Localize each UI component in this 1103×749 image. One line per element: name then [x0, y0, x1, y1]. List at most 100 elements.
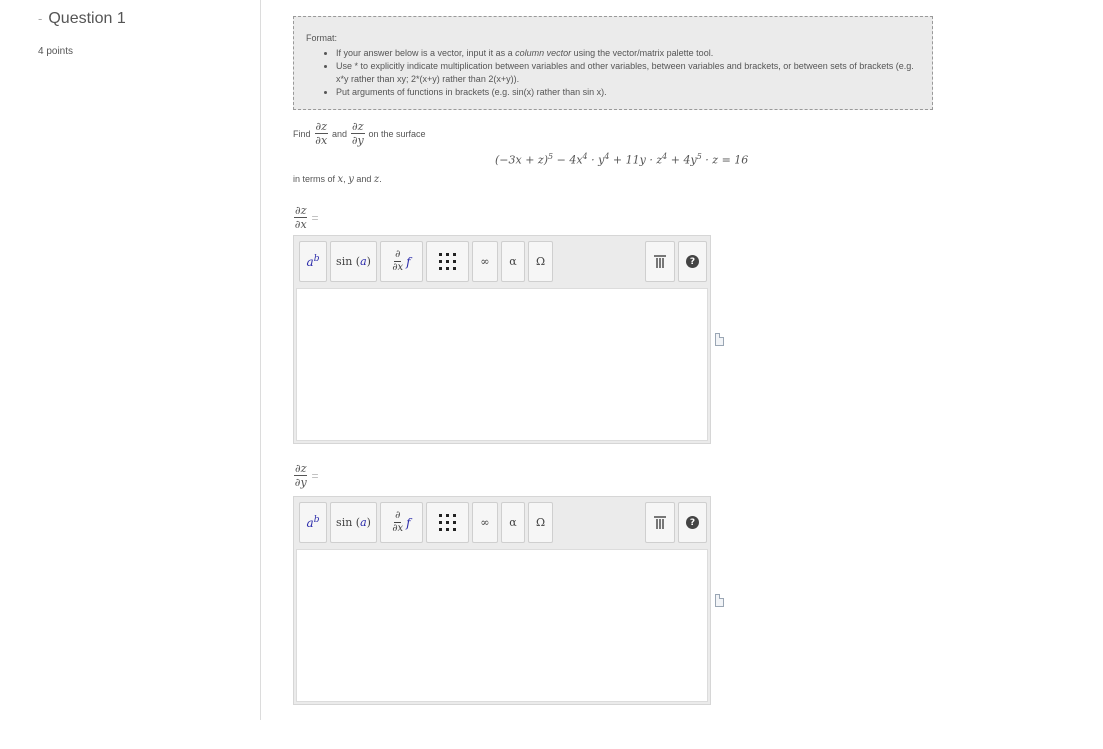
- fraction-numerator: ∂z: [314, 120, 328, 134]
- clear-button[interactable]: [645, 241, 675, 282]
- partial-derivative-icon: ∂ ∂x f: [392, 511, 410, 534]
- fraction-numerator: ∂z: [294, 204, 308, 218]
- eq-term: + 11y · z: [609, 153, 663, 167]
- format-heading: Format:: [306, 33, 338, 43]
- matrix-icon: [439, 514, 456, 531]
- math-editor-dz-dy: ab sin (a) ∂ ∂x f ∞ α Ω ?: [293, 496, 711, 705]
- answer-input-dz-dx[interactable]: [296, 288, 708, 441]
- infinity-button[interactable]: ∞: [472, 502, 498, 543]
- question-sidebar: - Question 1 4 points: [0, 0, 261, 720]
- format-list: If your answer below is a vector, input …: [336, 47, 920, 99]
- dz-dy-fraction: ∂z ∂y: [294, 462, 308, 489]
- fraction-numerator: ∂z: [294, 462, 308, 476]
- surface-equation: (−3x + z)5 − 4x4 · y4 + 11y · z4 + 4y5 ·…: [495, 152, 748, 167]
- help-icon: ?: [686, 516, 699, 529]
- deriv-fraction: ∂ ∂x: [392, 250, 403, 273]
- surface-text: on the surface: [368, 128, 426, 139]
- infinity-button[interactable]: ∞: [472, 241, 498, 282]
- deriv-f: f: [406, 515, 411, 530]
- fraction-denominator: ∂y: [351, 134, 364, 147]
- greek-upper-button[interactable]: Ω: [528, 502, 553, 543]
- fraction-denominator: ∂x: [315, 134, 328, 147]
- greek-lower-button[interactable]: α: [501, 241, 525, 282]
- superscript-icon: ab: [307, 515, 320, 530]
- infinity-icon: ∞: [480, 255, 490, 268]
- format-item: Put arguments of functions in brackets (…: [336, 86, 920, 99]
- math-toolbar: ab sin (a) ∂ ∂x f ∞ α Ω ?: [294, 236, 710, 288]
- partial-derivative-icon: ∂ ∂x f: [392, 250, 410, 273]
- clear-button[interactable]: [645, 502, 675, 543]
- format-item: If your answer below is a vector, input …: [336, 47, 920, 60]
- problem-statement: Find ∂z ∂x and ∂z ∂y on the surface: [293, 121, 426, 146]
- deriv-num: ∂: [394, 249, 402, 262]
- matrix-icon: [439, 253, 456, 270]
- power-base: a: [306, 516, 314, 530]
- function-button[interactable]: sin (a): [330, 241, 377, 282]
- eq-term: − 4x: [553, 153, 583, 167]
- derivative-button[interactable]: ∂ ∂x f: [380, 502, 423, 543]
- answer-label-dz-dx: ∂z ∂x =: [294, 205, 319, 230]
- help-icon: ?: [686, 255, 699, 268]
- eq-term: + 4y: [667, 153, 697, 167]
- greek-lower-button[interactable]: α: [501, 502, 525, 543]
- power-exp: b: [313, 515, 320, 525]
- deriv-fraction: ∂ ∂x: [392, 511, 403, 534]
- deriv-den: ∂x: [392, 262, 404, 273]
- sin-arg: a: [360, 516, 367, 529]
- eq-term: · y: [587, 153, 605, 167]
- fraction-numerator: ∂z: [351, 120, 365, 134]
- dz-dx-fraction: ∂z ∂x: [294, 204, 308, 231]
- deriv-num: ∂: [394, 510, 402, 523]
- period: .: [379, 174, 382, 184]
- collapse-dash-icon[interactable]: -: [38, 11, 42, 26]
- alpha-icon: α: [509, 516, 517, 529]
- deriv-den: ∂x: [392, 523, 404, 534]
- dz-dy-fraction: ∂z ∂y: [351, 120, 365, 147]
- equals-sign: =: [311, 468, 319, 483]
- format-item-text: using the vector/matrix palette tool.: [571, 48, 714, 58]
- and-text: and: [332, 128, 348, 139]
- format-item-text: If your answer below is a vector, input …: [336, 48, 516, 58]
- dz-dx-fraction: ∂z ∂x: [314, 120, 328, 147]
- omega-icon: Ω: [535, 516, 546, 529]
- eq-term: (−3x + z): [495, 153, 549, 167]
- equals-sign: =: [311, 210, 319, 225]
- document-icon[interactable]: [715, 333, 724, 346]
- greek-upper-button[interactable]: Ω: [528, 241, 553, 282]
- answer-input-dz-dy[interactable]: [296, 549, 708, 702]
- omega-icon: Ω: [535, 255, 546, 268]
- and-text: and: [356, 174, 372, 184]
- infinity-icon: ∞: [480, 516, 490, 529]
- derivative-button[interactable]: ∂ ∂x f: [380, 241, 423, 282]
- function-button[interactable]: sin (a): [330, 502, 377, 543]
- document-icon[interactable]: [715, 594, 724, 607]
- sin-label: sin: [336, 255, 353, 268]
- question-title: Question 1: [48, 10, 126, 27]
- fraction-denominator: ∂y: [294, 476, 307, 489]
- matrix-button[interactable]: [426, 502, 469, 543]
- trash-icon: [654, 255, 666, 268]
- superscript-button[interactable]: ab: [299, 502, 327, 543]
- sine-function-icon: sin (a): [336, 255, 371, 268]
- question-heading[interactable]: - Question 1: [38, 10, 126, 28]
- format-item-emphasis: column vector: [515, 48, 572, 58]
- sin-arg: a: [360, 255, 367, 268]
- superscript-icon: ab: [307, 254, 320, 269]
- trash-icon: [654, 516, 666, 529]
- format-instructions: Format: If your answer below is a vector…: [293, 16, 933, 110]
- variables-instruction: in terms of x, y and z.: [293, 174, 382, 185]
- question-points: 4 points: [38, 46, 74, 57]
- find-text: Find: [293, 128, 311, 139]
- power-exp: b: [313, 254, 320, 264]
- var-x: x: [337, 174, 344, 185]
- help-button[interactable]: ?: [678, 241, 707, 282]
- deriv-f: f: [406, 254, 411, 269]
- var-y: y: [348, 174, 354, 185]
- answer-label-dz-dy: ∂z ∂y =: [294, 463, 319, 488]
- superscript-button[interactable]: ab: [299, 241, 327, 282]
- math-editor-dz-dx: ab sin (a) ∂ ∂x f ∞ α Ω ?: [293, 235, 711, 444]
- matrix-button[interactable]: [426, 241, 469, 282]
- fraction-denominator: ∂x: [294, 218, 307, 231]
- help-button[interactable]: ?: [678, 502, 707, 543]
- eq-term: · z = 16: [701, 153, 749, 167]
